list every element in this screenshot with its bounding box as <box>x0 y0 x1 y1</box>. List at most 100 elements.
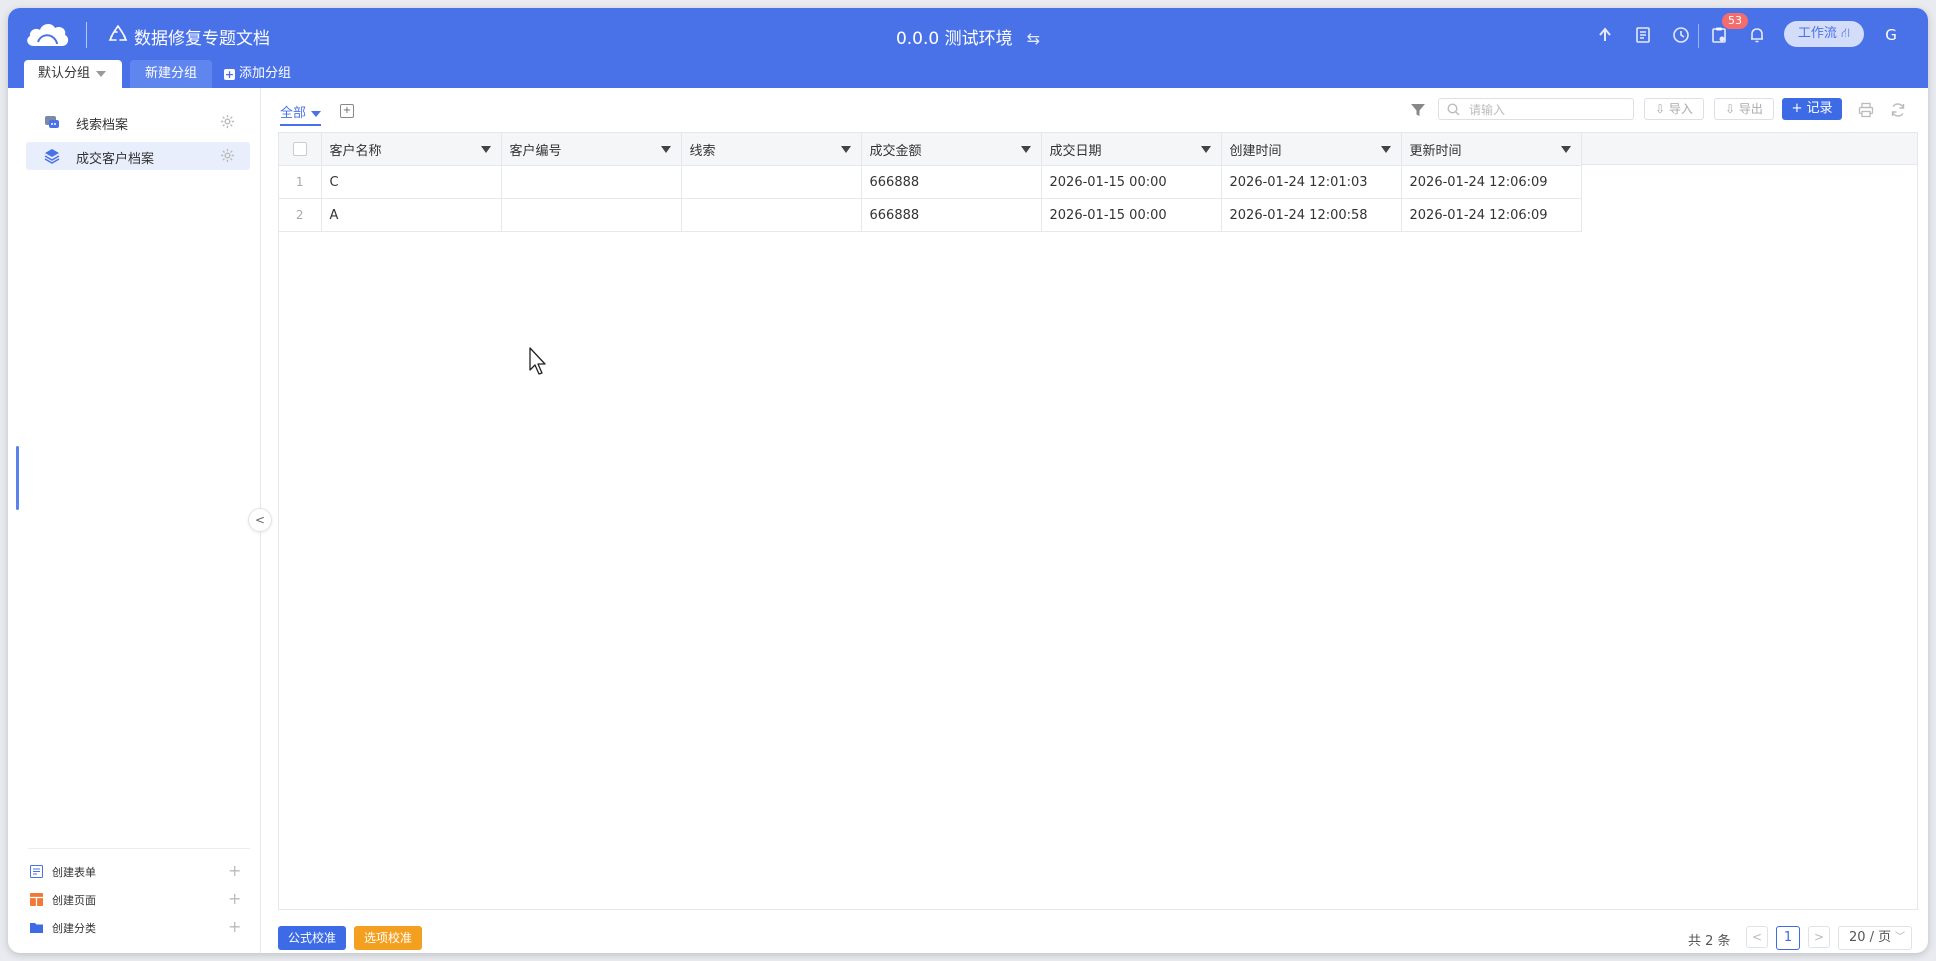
table-cell[interactable]: 2026-01-24 12:06:09 <box>1401 198 1582 232</box>
table-cell[interactable]: 2026-01-15 00:00 <box>1041 165 1222 199</box>
column-header[interactable]: 成交金额 <box>861 133 1042 166</box>
view-tab-all[interactable]: 全部 <box>280 102 322 126</box>
table-cell[interactable]: C <box>321 165 502 199</box>
table-cell[interactable]: A <box>321 198 502 232</box>
caret-down-icon[interactable] <box>660 146 671 153</box>
table-cell[interactable]: 2026-01-24 12:00:58 <box>1221 198 1402 232</box>
table-cell[interactable]: 666888 <box>861 198 1042 232</box>
mouse-cursor-icon <box>529 347 546 375</box>
table-cell[interactable]: 2026-01-24 12:06:09 <box>1401 165 1582 199</box>
app-title[interactable]: 数据修复专题文档 <box>134 24 270 49</box>
total-count: 共 2 条 <box>1688 934 1731 949</box>
print-icon[interactable] <box>1858 102 1874 118</box>
sidebar: 线索档案 成交客户档案 创建表单 + 创建页面 + 创建分类 + <box>8 88 261 953</box>
environment-label[interactable]: 0.0.0 测试环境 <box>896 29 1013 49</box>
current-page-button[interactable]: 1 <box>1776 926 1800 950</box>
gear-icon[interactable] <box>220 148 235 163</box>
column-header[interactable]: 更新时间 <box>1401 133 1582 166</box>
table-cell[interactable]: 666888 <box>861 165 1042 199</box>
sidebar-item-leads[interactable]: 线索档案 <box>26 108 250 136</box>
app-window: 数据修复专题文档 0.0.0 测试环境 ⇆ 53 工作流 ⛙ G 默认分组 新建分… <box>8 8 1928 953</box>
table-cell[interactable] <box>501 165 682 199</box>
table-row[interactable]: 1 C 666888 2026-01-15 00:00 2026-01-24 1… <box>279 165 1582 199</box>
plus-icon[interactable]: + <box>228 889 241 908</box>
table-cell[interactable] <box>681 165 862 199</box>
sidebar-item-label: 线索档案 <box>76 118 129 133</box>
caret-down-icon[interactable] <box>1560 146 1571 153</box>
page-size-select[interactable]: 20 / 页 ﹀ <box>1838 926 1912 950</box>
layers-icon <box>44 149 60 164</box>
folder-icon <box>30 923 43 933</box>
caret-down-icon[interactable] <box>480 146 491 153</box>
upload-icon[interactable] <box>1594 24 1616 46</box>
create-category-item[interactable]: 创建分类 + <box>30 917 250 938</box>
table-cell[interactable] <box>681 198 862 232</box>
column-header[interactable]: 创建时间 <box>1221 133 1402 166</box>
swap-icon[interactable]: ⇆ <box>1027 29 1040 48</box>
select-all-header <box>279 133 322 166</box>
sidebar-item-closed-customers[interactable]: 成交客户档案 <box>26 142 250 170</box>
caret-down-icon[interactable] <box>1200 146 1211 153</box>
group-tab-new[interactable]: 新建分组 <box>130 60 212 88</box>
data-table-container: 客户名称 客户编号 线索 成交金额 成交日期 创建时间 更新时间 1 C 666… <box>278 132 1918 910</box>
refresh-icon[interactable] <box>1890 102 1906 118</box>
chat-icon <box>45 116 59 128</box>
export-button[interactable]: ⇩ 导出 <box>1714 98 1774 120</box>
import-button[interactable]: ⇩ 导入 <box>1644 98 1704 120</box>
sidebar-scroll-indicator[interactable] <box>16 446 19 510</box>
page-size-value: 20 / 页 <box>1849 930 1892 945</box>
row-index[interactable]: 1 <box>279 165 322 199</box>
clock-icon[interactable] <box>1670 24 1692 46</box>
form-icon <box>30 865 43 878</box>
book-icon[interactable] <box>1632 24 1654 46</box>
group-tab-default[interactable]: 默认分组 <box>24 60 122 88</box>
column-header[interactable]: 客户名称 <box>321 133 502 166</box>
column-header-label: 成交日期 <box>1049 143 1102 159</box>
create-page-label: 创建页面 <box>52 894 96 907</box>
prev-page-button[interactable]: < <box>1746 926 1768 948</box>
formula-check-button[interactable]: 公式校准 <box>278 926 346 950</box>
search-box[interactable] <box>1438 98 1634 120</box>
row-index[interactable]: 2 <box>279 198 322 232</box>
column-header[interactable]: 线索 <box>681 133 862 166</box>
caret-down-icon[interactable] <box>1380 146 1391 153</box>
column-header[interactable]: 成交日期 <box>1041 133 1222 166</box>
user-avatar[interactable]: G <box>1878 22 1904 48</box>
column-header-label: 成交金额 <box>869 143 922 159</box>
column-header-label: 线索 <box>689 143 716 159</box>
workflow-button[interactable]: 工作流 ⛙ <box>1784 21 1864 47</box>
create-form-item[interactable]: 创建表单 + <box>30 861 250 882</box>
chevron-down-icon: ﹀ <box>1895 932 1905 943</box>
plus-icon[interactable]: + <box>228 861 241 880</box>
table-cell[interactable] <box>501 198 682 232</box>
cloud-logo-icon[interactable] <box>24 20 70 50</box>
plus-square-icon: + <box>224 68 235 81</box>
add-record-button[interactable]: + 记录 <box>1782 98 1842 120</box>
column-header[interactable]: 客户编号 <box>501 133 682 166</box>
caret-down-icon[interactable] <box>840 146 851 153</box>
table-cell[interactable]: 2026-01-24 12:01:03 <box>1221 165 1402 199</box>
table-row[interactable]: 2 A 666888 2026-01-15 00:00 2026-01-24 1… <box>279 198 1582 232</box>
sidebar-divider <box>28 848 250 849</box>
next-page-button[interactable]: > <box>1808 926 1830 948</box>
option-check-button[interactable]: 选项校准 <box>354 926 422 950</box>
add-view-icon[interactable]: + <box>340 104 354 118</box>
select-all-checkbox[interactable] <box>292 142 307 156</box>
caret-down-icon[interactable] <box>311 110 322 117</box>
gear-icon[interactable] <box>220 114 235 129</box>
plus-icon[interactable]: + <box>228 917 241 936</box>
column-header-label: 客户编号 <box>509 143 562 159</box>
add-group-button[interactable]: + 添加分组 <box>218 60 297 88</box>
search-input[interactable] <box>1467 101 1631 119</box>
column-header-label: 更新时间 <box>1409 143 1462 159</box>
create-page-item[interactable]: 创建页面 + <box>30 889 250 910</box>
view-tab-label: 全部 <box>280 106 307 121</box>
table-cell[interactable]: 2026-01-15 00:00 <box>1041 198 1222 232</box>
column-header-label: 客户名称 <box>329 143 382 159</box>
caret-down-icon[interactable] <box>96 70 107 77</box>
caret-down-icon[interactable] <box>1020 146 1031 153</box>
collapse-sidebar-button[interactable]: < <box>248 508 272 532</box>
filter-icon[interactable] <box>1410 102 1426 118</box>
bell-icon[interactable] <box>1746 24 1768 46</box>
notification-badge: 53 <box>1722 13 1748 29</box>
